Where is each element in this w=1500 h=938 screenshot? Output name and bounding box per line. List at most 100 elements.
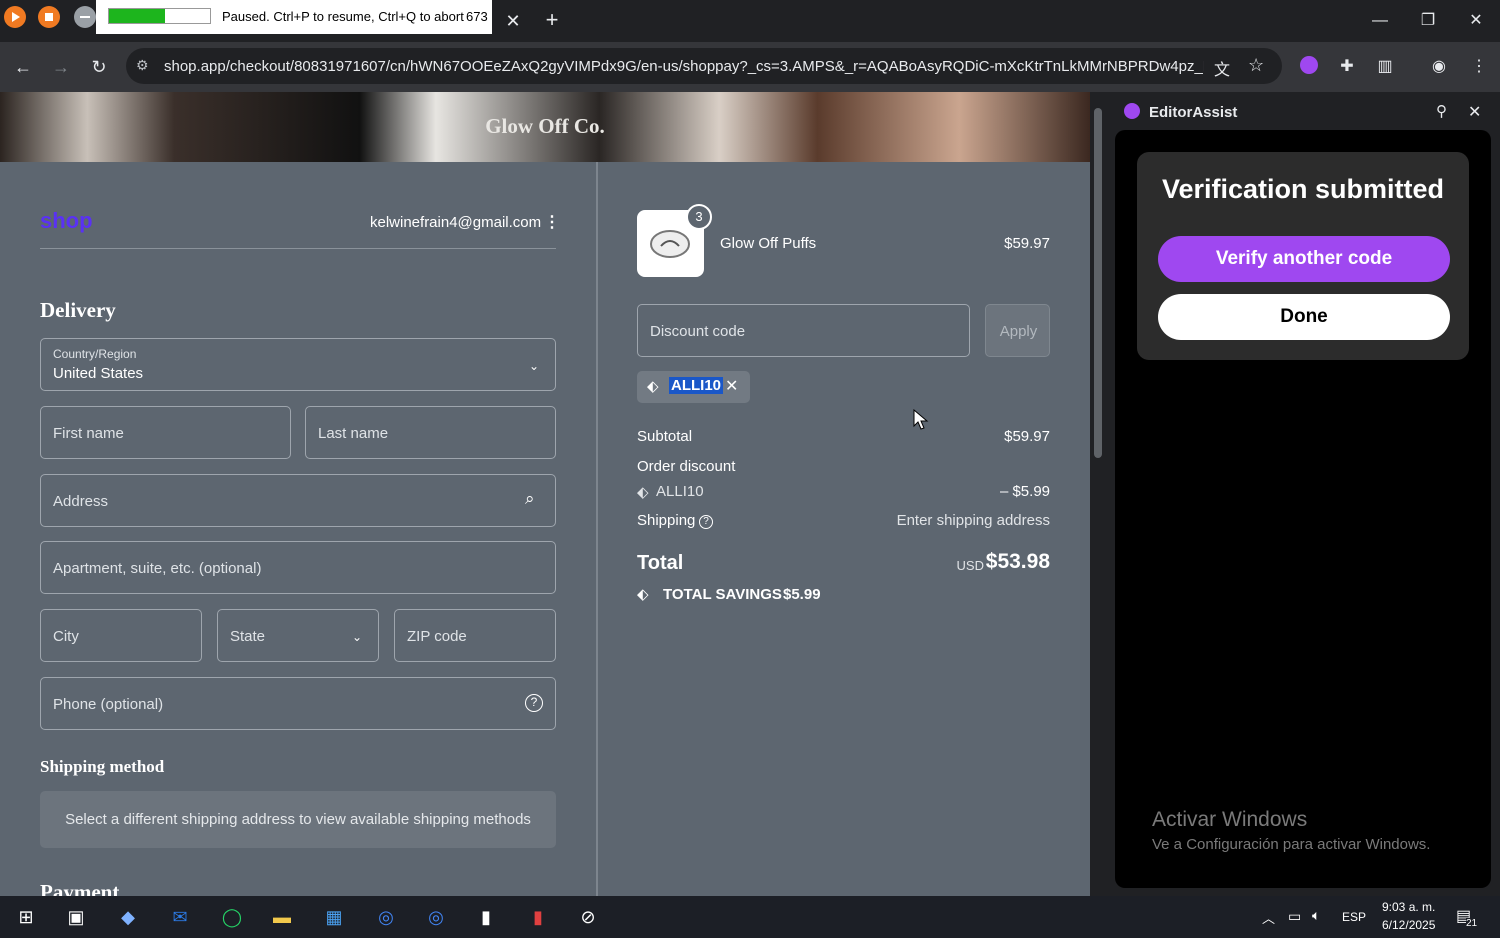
restore-icon[interactable]: ❐ (1408, 6, 1448, 36)
subtotal-label: Subtotal (637, 428, 693, 445)
task-view-icon[interactable]: ▣ (56, 900, 96, 934)
language-indicator[interactable]: ESP (1342, 910, 1366, 924)
start-icon[interactable]: ⊞ (6, 900, 46, 934)
panel-title: EditorAssist (1149, 104, 1238, 121)
address-placeholder: Address (53, 493, 109, 510)
first-name-placeholder: First name (53, 425, 124, 442)
account-menu-icon[interactable]: ⋮ (544, 212, 560, 232)
shipping-help-icon[interactable]: ? (699, 515, 713, 529)
chrome-profile-icon[interactable]: ◎ (416, 900, 456, 934)
store-icon[interactable]: ▦ (314, 900, 354, 934)
country-select[interactable]: Country/Region United States ⌄ (40, 338, 556, 391)
new-tab-icon[interactable]: + (538, 6, 566, 34)
app-ring-icon[interactable]: ⊘ (568, 900, 608, 934)
macro-progress-bar (108, 8, 211, 24)
stop-icon[interactable] (38, 6, 60, 28)
forward-icon[interactable]: → (46, 52, 76, 82)
active-tab[interactable]: Paused. Ctrl+P to resume, Ctrl+Q to abor… (96, 0, 492, 34)
zip-placeholder: ZIP code (407, 628, 467, 645)
remove-discount-icon[interactable]: ✕ (725, 376, 738, 396)
panel-content: Verification submitted Verify another co… (1115, 130, 1491, 888)
zip-field[interactable]: ZIP code (394, 609, 556, 662)
delivery-heading: Delivery (40, 298, 116, 322)
pause-icon[interactable] (74, 6, 96, 28)
verify-another-button[interactable]: Verify another code (1158, 236, 1450, 282)
apply-button[interactable]: Apply (985, 304, 1050, 357)
discount-placeholder: Discount code (650, 323, 746, 340)
tray-chevron-icon[interactable]: ︿ (1262, 908, 1275, 927)
window-close-icon[interactable]: ✕ (1456, 6, 1496, 36)
editorassist-logo-icon (1124, 103, 1140, 119)
minimize-icon[interactable]: — (1360, 6, 1400, 36)
close-tab-icon[interactable]: ✕ (500, 8, 526, 34)
tag-icon: ⬖ (647, 378, 659, 395)
play-icon[interactable] (4, 6, 26, 28)
app-red-icon[interactable]: ▮ (518, 900, 558, 934)
panel-close-icon[interactable]: ✕ (1468, 102, 1481, 122)
copilot-icon[interactable]: ◆ (108, 900, 148, 934)
verification-heading: Verification submitted (1161, 174, 1445, 204)
menu-icon[interactable]: ⋮ (1466, 54, 1492, 80)
outlook-icon[interactable]: ✉ (160, 900, 200, 934)
clock-time[interactable]: 9:03 a. m. (1382, 900, 1435, 914)
whatsapp-icon[interactable]: ◯ (212, 900, 252, 934)
url-text[interactable]: shop.app/checkout/80831971607/cn/hWN67OO… (164, 58, 1204, 75)
volume-icon[interactable]: 🔈︎ (1312, 907, 1320, 924)
savings-label: TOTAL SAVINGS (663, 586, 782, 603)
last-name-field[interactable]: Last name (305, 406, 556, 459)
savings-value: $5.99 (783, 586, 821, 603)
applied-code: ALLI10 (669, 377, 724, 394)
browser-toolbar: ← → ↻ ⚙ shop.app/checkout/80831971607/cn… (0, 42, 1500, 92)
phone-field[interactable]: Phone (optional) ? (40, 677, 556, 730)
site-info-icon[interactable]: ⚙ (136, 57, 149, 74)
shipping-method-heading: Shipping method (40, 757, 165, 776)
app-icon[interactable]: ▮ (466, 900, 506, 934)
profile-icon[interactable]: ◉ (1426, 54, 1452, 80)
checkout-form: shop kelwinefrain4@gmail.com ⋮ Delivery … (0, 162, 596, 896)
reload-icon[interactable]: ↻ (84, 52, 114, 82)
file-explorer-icon[interactable]: ▬ (262, 900, 302, 934)
help-icon[interactable]: ? (525, 694, 543, 712)
done-button[interactable]: Done (1158, 294, 1450, 340)
shipping-notice: Select a different shipping address to v… (65, 811, 531, 828)
page-scrollbar[interactable] (1090, 92, 1106, 896)
total-label: Total (637, 552, 684, 574)
editorassist-extension-icon[interactable] (1296, 54, 1322, 80)
chrome-icon[interactable]: ◎ (366, 900, 406, 934)
browser-tab-strip: Paused. Ctrl+P to resume, Ctrl+Q to abor… (0, 0, 1500, 42)
extensions-icon[interactable]: ✚ (1334, 54, 1360, 80)
city-field[interactable]: City (40, 609, 202, 662)
total-value: $53.98 (985, 550, 1050, 573)
subtotal-value: $59.97 (1004, 428, 1050, 445)
address-field[interactable]: Address ⌕ (40, 474, 556, 527)
back-icon[interactable]: ← (8, 52, 38, 82)
apartment-field[interactable]: Apartment, suite, etc. (optional) (40, 541, 556, 594)
address-bar[interactable]: ⚙ shop.app/checkout/80831971607/cn/hWN67… (126, 48, 1282, 84)
bookmark-star-icon[interactable]: ☆ (1248, 55, 1264, 76)
activation-watermark-title: Activar Windows (1152, 808, 1308, 831)
discount-amount: – $5.99 (999, 483, 1050, 500)
checkout-page: Glow Off Co. shop kelwinefrain4@gmail.co… (0, 92, 1090, 896)
quantity-badge: 3 (686, 204, 712, 230)
pin-icon[interactable]: ⚲ (1436, 102, 1447, 120)
payment-heading: Payment (40, 880, 120, 896)
shipping-label: Shipping (637, 512, 696, 529)
side-panel-icon[interactable]: ▥ (1372, 54, 1398, 80)
country-value: United States (53, 365, 144, 382)
windows-taskbar: ⊞ ▣ ◆ ✉ ◯ ▬ ▦ ◎ ◎ ▮ ▮ ⊘ ︿ ▭ 🔈︎ ESP 9:03 … (0, 896, 1500, 938)
chevron-down-icon: ⌄ (352, 630, 363, 644)
phone-placeholder: Phone (optional) (53, 696, 164, 713)
clock-date[interactable]: 6/12/2025 (1382, 918, 1435, 932)
store-banner: Glow Off Co. (0, 92, 1090, 162)
store-name: Glow Off Co. (485, 114, 605, 138)
network-icon[interactable]: ▭ (1288, 908, 1301, 925)
shop-logo[interactable]: shop (40, 208, 93, 234)
verification-card: Verification submitted Verify another co… (1137, 152, 1469, 360)
state-select[interactable]: State ⌄ (217, 609, 379, 662)
discount-code-line: ALLI10 (656, 483, 704, 500)
translate-icon[interactable]: 文 (1214, 56, 1230, 80)
country-label: Country/Region (53, 347, 137, 361)
first-name-field[interactable]: First name (40, 406, 291, 459)
discount-code-field[interactable]: Discount code (637, 304, 970, 357)
savings-tag-icon: ⬖ (637, 586, 649, 603)
